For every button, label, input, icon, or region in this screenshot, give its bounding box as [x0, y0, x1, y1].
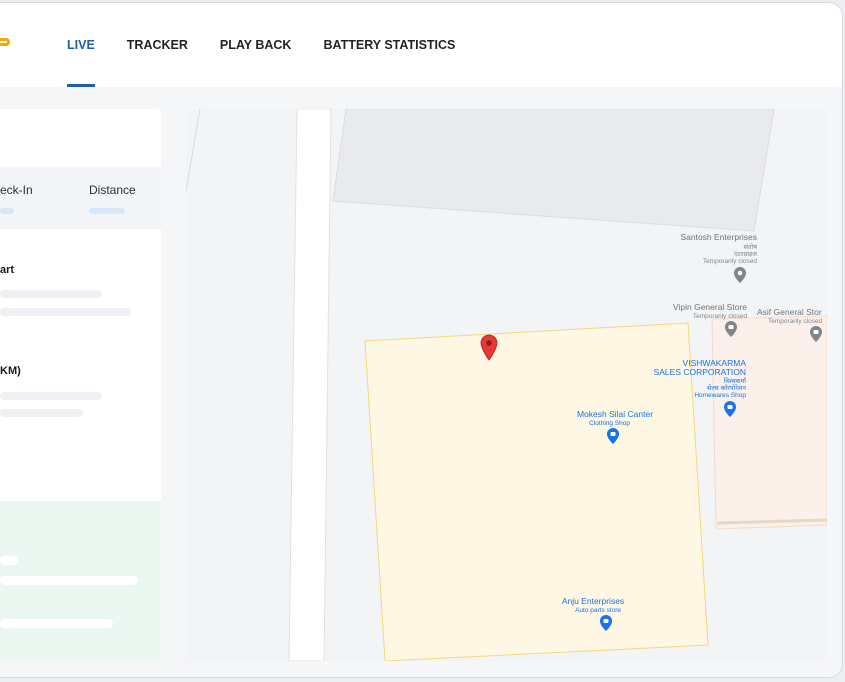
poi-title: Mokesh Silai Canter [577, 409, 653, 419]
map-pin-icon [734, 267, 746, 283]
skeleton-line [0, 290, 102, 298]
poi-subtitle: संतोष [743, 243, 757, 251]
poi-title: SALES CORPORATION [654, 367, 746, 377]
poi-category: Homewares Shop [694, 392, 746, 399]
poi-subtitle: एंटरप्राइज [734, 250, 757, 258]
map-canvas[interactable]: Santosh Enterprises संतोष एंटरप्राइज Tem… [186, 109, 827, 661]
skeleton-line [0, 619, 113, 628]
poi-status: Temporarily closed [768, 318, 823, 325]
poi-title: Santosh Enterprises [680, 232, 757, 242]
summary-row: eck-In Distance [0, 167, 161, 229]
skeleton-line [0, 576, 138, 585]
poi-subtitle: सेल्स कॉरपोरेशन [707, 384, 746, 392]
status-card [0, 501, 161, 661]
distance-value-placeholder [89, 208, 125, 214]
tab-live[interactable]: LIVE [67, 3, 95, 87]
poi-subtitle: विश्वकर्मा [724, 377, 747, 385]
employee-details-panel: eck-In Distance art KM) [0, 109, 161, 661]
km-section-title: KM) [0, 365, 21, 377]
skeleton-line [0, 409, 83, 417]
nav-tabs: LIVE TRACKER PLAY BACK BATTERY STATISTIC… [67, 3, 455, 87]
skeleton-line [0, 556, 19, 565]
poi-status: Temporarily closed [703, 258, 758, 265]
poi-category: Auto parts store [575, 607, 621, 614]
poi-santosh-enterprises[interactable]: Santosh Enterprises संतोष एंटरप्राइज Tem… [680, 232, 757, 283]
poi-title: Vipin General Store [673, 302, 747, 312]
app-window: LIVE TRACKER PLAY BACK BATTERY STATISTIC… [0, 2, 843, 678]
skeleton-line [0, 392, 102, 400]
tab-tracker[interactable]: TRACKER [127, 3, 188, 87]
live-map[interactable]: Santosh Enterprises संतोष एंटरप्राइज Tem… [186, 109, 827, 661]
tab-play-back[interactable]: PLAY BACK [220, 3, 292, 87]
poi-category: Clothing Shop [589, 420, 630, 427]
map-boundary-line [186, 109, 201, 192]
poi-status: Temporarily closed [693, 313, 748, 320]
checkin-value-placeholder [0, 208, 14, 214]
road [288, 109, 332, 661]
building-footprint [332, 109, 775, 232]
skeleton-line [0, 308, 131, 316]
top-navigation-bar: LIVE TRACKER PLAY BACK BATTERY STATISTIC… [0, 3, 842, 87]
poi-title: Anju Enterprises [562, 596, 624, 606]
commercial-plot [711, 315, 827, 530]
tab-battery-statistics[interactable]: BATTERY STATISTICS [323, 3, 455, 87]
poi-title: Asif General Stor [757, 307, 822, 317]
brand-logo [0, 38, 10, 46]
checkin-column-label: eck-In [0, 183, 33, 197]
start-section-title: art [0, 264, 15, 276]
distance-column-label: Distance [89, 183, 136, 197]
